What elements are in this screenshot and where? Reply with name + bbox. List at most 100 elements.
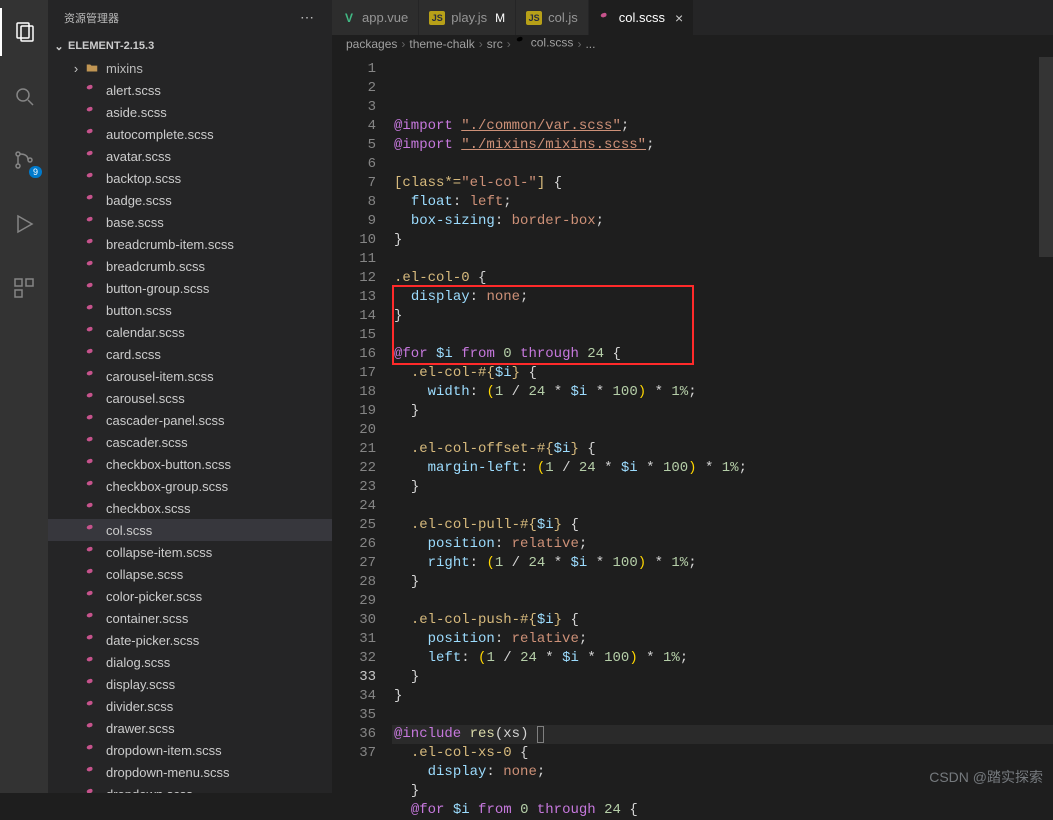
folder-mixins[interactable]: ›mixins	[48, 57, 332, 79]
code-line-10[interactable]: display: none;	[392, 288, 1053, 307]
code-line-24[interactable]: right: (1 / 24 * $i * 100) * 1%;	[392, 554, 1053, 573]
code-line-23[interactable]: position: relative;	[392, 535, 1053, 554]
code-line-14[interactable]: .el-col-#{$i} {	[392, 364, 1053, 383]
code-line-12[interactable]	[392, 326, 1053, 345]
gutter: 1234567891011121314151617181920212223242…	[332, 52, 392, 820]
file-avatar-scss[interactable]: avatar.scss	[48, 145, 332, 167]
editor-area: Vapp.vueJSplay.jsMJScol.jscol.scss× pack…	[332, 0, 1053, 793]
file-collapse-scss[interactable]: collapse.scss	[48, 563, 332, 585]
run-debug-icon[interactable]	[0, 200, 48, 248]
code-line-18[interactable]: .el-col-offset-#{$i} {	[392, 440, 1053, 459]
code-line-33[interactable]: @include res(xs)	[392, 725, 1053, 744]
code-line-6[interactable]: box-sizing: border-box;	[392, 212, 1053, 231]
code-content[interactable]: @import "./common/var.scss";@import "./m…	[392, 52, 1053, 820]
project-root[interactable]: ⌄ ELEMENT-2.15.3	[48, 35, 332, 57]
file-drawer-scss[interactable]: drawer.scss	[48, 717, 332, 739]
sidebar-more-icon[interactable]: ⋯	[300, 9, 316, 26]
file-col-scss[interactable]: col.scss	[48, 519, 332, 541]
file-checkbox-scss[interactable]: checkbox.scss	[48, 497, 332, 519]
file-date-picker-scss[interactable]: date-picker.scss	[48, 629, 332, 651]
code-line-27[interactable]: .el-col-push-#{$i} {	[392, 611, 1053, 630]
file-checkbox-group-scss[interactable]: checkbox-group.scss	[48, 475, 332, 497]
code-line-34[interactable]: .el-col-xs-0 {	[392, 744, 1053, 763]
file-carousel-item-scss[interactable]: carousel-item.scss	[48, 365, 332, 387]
file-checkbox-button-scss[interactable]: checkbox-button.scss	[48, 453, 332, 475]
code-line-11[interactable]: }	[392, 307, 1053, 326]
file-base-scss[interactable]: base.scss	[48, 211, 332, 233]
code-line-28[interactable]: position: relative;	[392, 630, 1053, 649]
source-control-icon[interactable]: 9	[0, 136, 48, 184]
code-line-7[interactable]: }	[392, 231, 1053, 250]
file-alert-scss[interactable]: alert.scss	[48, 79, 332, 101]
code-line-9[interactable]: .el-col-0 {	[392, 269, 1053, 288]
code-line-31[interactable]: }	[392, 687, 1053, 706]
code-line-2[interactable]: @import "./mixins/mixins.scss";	[392, 136, 1053, 155]
file-dropdown-menu-scss[interactable]: dropdown-menu.scss	[48, 761, 332, 783]
close-icon[interactable]: ×	[675, 10, 683, 26]
file-breadcrumb-item-scss[interactable]: breadcrumb-item.scss	[48, 233, 332, 255]
file-container-scss[interactable]: container.scss	[48, 607, 332, 629]
code-line-1[interactable]: @import "./common/var.scss";	[392, 117, 1053, 136]
code-line-4[interactable]: [class*="el-col-"] {	[392, 174, 1053, 193]
code-line-32[interactable]	[392, 706, 1053, 725]
code-line-19[interactable]: margin-left: (1 / 24 * $i * 100) * 1%;	[392, 459, 1053, 478]
code-line-20[interactable]: }	[392, 478, 1053, 497]
file-display-scss[interactable]: display.scss	[48, 673, 332, 695]
code-line-30[interactable]: }	[392, 668, 1053, 687]
file-button-scss[interactable]: button.scss	[48, 299, 332, 321]
file-dropdown-scss[interactable]: dropdown.scss	[48, 783, 332, 793]
sidebar-title-row: 资源管理器 ⋯	[48, 0, 332, 35]
tab-play-js[interactable]: JSplay.jsM	[419, 0, 516, 35]
tab-bar: Vapp.vueJSplay.jsMJScol.jscol.scss×	[332, 0, 1053, 35]
file-calendar-scss[interactable]: calendar.scss	[48, 321, 332, 343]
breadcrumb-4[interactable]: ...	[585, 37, 595, 51]
file-aside-scss[interactable]: aside.scss	[48, 101, 332, 123]
file-color-picker-scss[interactable]: color-picker.scss	[48, 585, 332, 607]
tab-app-vue[interactable]: Vapp.vue	[332, 0, 419, 35]
file-dropdown-item-scss[interactable]: dropdown-item.scss	[48, 739, 332, 761]
file-breadcrumb-scss[interactable]: breadcrumb.scss	[48, 255, 332, 277]
code-line-3[interactable]	[392, 155, 1053, 174]
code-editor[interactable]: 1234567891011121314151617181920212223242…	[332, 52, 1053, 820]
file-carousel-scss[interactable]: carousel.scss	[48, 387, 332, 409]
code-line-13[interactable]: @for $i from 0 through 24 {	[392, 345, 1053, 364]
file-card-scss[interactable]: card.scss	[48, 343, 332, 365]
code-line-26[interactable]	[392, 592, 1053, 611]
breadcrumbs[interactable]: packages›theme-chalk›src›col.scss›...	[332, 35, 1053, 52]
code-line-5[interactable]: float: left;	[392, 193, 1053, 212]
code-line-22[interactable]: .el-col-pull-#{$i} {	[392, 516, 1053, 535]
extensions-icon[interactable]	[0, 264, 48, 312]
breadcrumb-3[interactable]: col.scss	[515, 35, 574, 52]
code-line-21[interactable]	[392, 497, 1053, 516]
breadcrumb-2[interactable]: src	[487, 37, 503, 51]
file-dialog-scss[interactable]: dialog.scss	[48, 651, 332, 673]
chevron-down-icon: ⌄	[52, 40, 66, 53]
code-line-37[interactable]: @for $i from 0 through 24 {	[392, 801, 1053, 820]
code-line-16[interactable]: }	[392, 402, 1053, 421]
explorer-icon[interactable]	[0, 8, 48, 56]
tab-col-scss[interactable]: col.scss×	[589, 0, 694, 35]
file-cascader-panel-scss[interactable]: cascader-panel.scss	[48, 409, 332, 431]
code-line-17[interactable]	[392, 421, 1053, 440]
file-tree: ›mixinsalert.scssaside.scssautocomplete.…	[48, 57, 332, 793]
file-backtop-scss[interactable]: backtop.scss	[48, 167, 332, 189]
breadcrumb-0[interactable]: packages	[346, 37, 397, 51]
breadcrumb-1[interactable]: theme-chalk	[409, 37, 474, 51]
file-collapse-item-scss[interactable]: collapse-item.scss	[48, 541, 332, 563]
explorer-sidebar: 资源管理器 ⋯ ⌄ ELEMENT-2.15.3 ›mixinsalert.sc…	[48, 0, 332, 793]
search-icon[interactable]	[0, 72, 48, 120]
code-line-29[interactable]: left: (1 / 24 * $i * 100) * 1%;	[392, 649, 1053, 668]
file-divider-scss[interactable]: divider.scss	[48, 695, 332, 717]
scrollbar-vertical[interactable]	[1039, 57, 1053, 793]
tab-col-js[interactable]: JScol.js	[516, 0, 589, 35]
activity-bar: 9	[0, 0, 48, 793]
file-autocomplete-scss[interactable]: autocomplete.scss	[48, 123, 332, 145]
watermark: CSDN @踏实探索	[929, 767, 1043, 787]
code-line-25[interactable]: }	[392, 573, 1053, 592]
code-line-15[interactable]: width: (1 / 24 * $i * 100) * 1%;	[392, 383, 1053, 402]
code-line-8[interactable]	[392, 250, 1053, 269]
scroll-thumb[interactable]	[1039, 57, 1053, 257]
file-badge-scss[interactable]: badge.scss	[48, 189, 332, 211]
file-cascader-scss[interactable]: cascader.scss	[48, 431, 332, 453]
file-button-group-scss[interactable]: button-group.scss	[48, 277, 332, 299]
